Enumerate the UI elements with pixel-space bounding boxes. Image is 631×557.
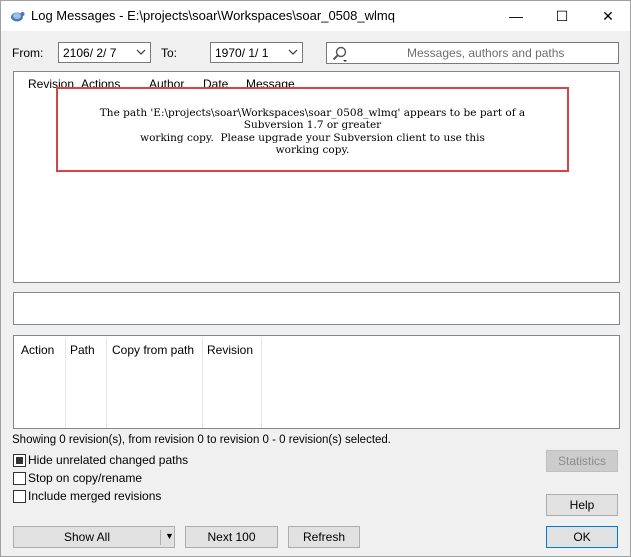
to-label: To: — [161, 46, 178, 60]
column-divider[interactable] — [261, 338, 262, 428]
tortoise-svn-icon — [11, 12, 25, 22]
from-date-value: 2106/ 2/ 7 — [63, 46, 117, 60]
search-input[interactable]: Messages, authors and paths — [326, 42, 619, 64]
to-date-value: 1970/ 1/ 1 — [215, 46, 269, 60]
column-divider[interactable] — [65, 338, 66, 428]
hide-unrelated-label[interactable]: Hide unrelated changed paths — [28, 453, 188, 467]
hide-unrelated-checkbox[interactable] — [13, 454, 26, 467]
refresh-button[interactable]: Refresh — [288, 526, 360, 548]
next-100-button[interactable]: Next 100 — [185, 526, 278, 548]
split-divider — [160, 530, 161, 545]
minimize-button[interactable]: — — [493, 1, 539, 31]
chevron-down-icon[interactable] — [136, 47, 146, 57]
to-date-picker[interactable]: 1970/ 1/ 1 — [210, 42, 303, 63]
stop-on-copy-checkbox[interactable] — [13, 472, 26, 485]
chevron-down-icon[interactable]: ▼ — [165, 531, 174, 541]
include-merged-label[interactable]: Include merged revisions — [28, 489, 161, 503]
error-message-highlight: The path 'E:\projects\soar\Workspaces\so… — [56, 87, 569, 172]
changed-paths-list[interactable]: Action Path Copy from path Revision — [13, 335, 620, 429]
column-header-copy-from-path[interactable]: Copy from path — [112, 343, 194, 357]
window-title: Log Messages - E:\projects\soar\Workspac… — [31, 8, 395, 23]
status-text: Showing 0 revision(s), from revision 0 t… — [12, 434, 392, 446]
column-divider[interactable] — [202, 338, 203, 428]
message-detail-box[interactable] — [13, 292, 620, 325]
error-message: The path 'E:\projects\soar\Workspaces\so… — [99, 107, 526, 156]
log-messages-window: Log Messages - E:\projects\soar\Workspac… — [0, 0, 631, 557]
title-bar[interactable]: Log Messages - E:\projects\soar\Workspac… — [1, 1, 630, 31]
show-all-label: Show All — [63, 530, 111, 544]
column-divider[interactable] — [106, 338, 107, 428]
ok-button[interactable]: OK — [546, 526, 618, 548]
include-merged-checkbox[interactable] — [13, 490, 26, 503]
column-header-revision[interactable]: Revision — [207, 343, 253, 357]
close-button[interactable]: ✕ — [585, 1, 631, 31]
chevron-down-icon[interactable] — [288, 47, 298, 57]
from-label: From: — [12, 46, 44, 60]
show-all-button[interactable]: Show All ▼ — [13, 526, 175, 548]
help-button[interactable]: Help — [546, 494, 618, 516]
column-header-action[interactable]: Action — [21, 343, 54, 357]
maximize-button[interactable]: ☐ — [539, 1, 585, 31]
from-date-picker[interactable]: 2106/ 2/ 7 — [58, 42, 151, 63]
statistics-button[interactable]: Statistics — [546, 450, 618, 472]
stop-on-copy-label[interactable]: Stop on copy/rename — [28, 471, 142, 485]
magnifier-icon[interactable] — [331, 45, 349, 63]
search-placeholder: Messages, authors and paths — [407, 46, 565, 60]
column-header-path[interactable]: Path — [70, 343, 95, 357]
